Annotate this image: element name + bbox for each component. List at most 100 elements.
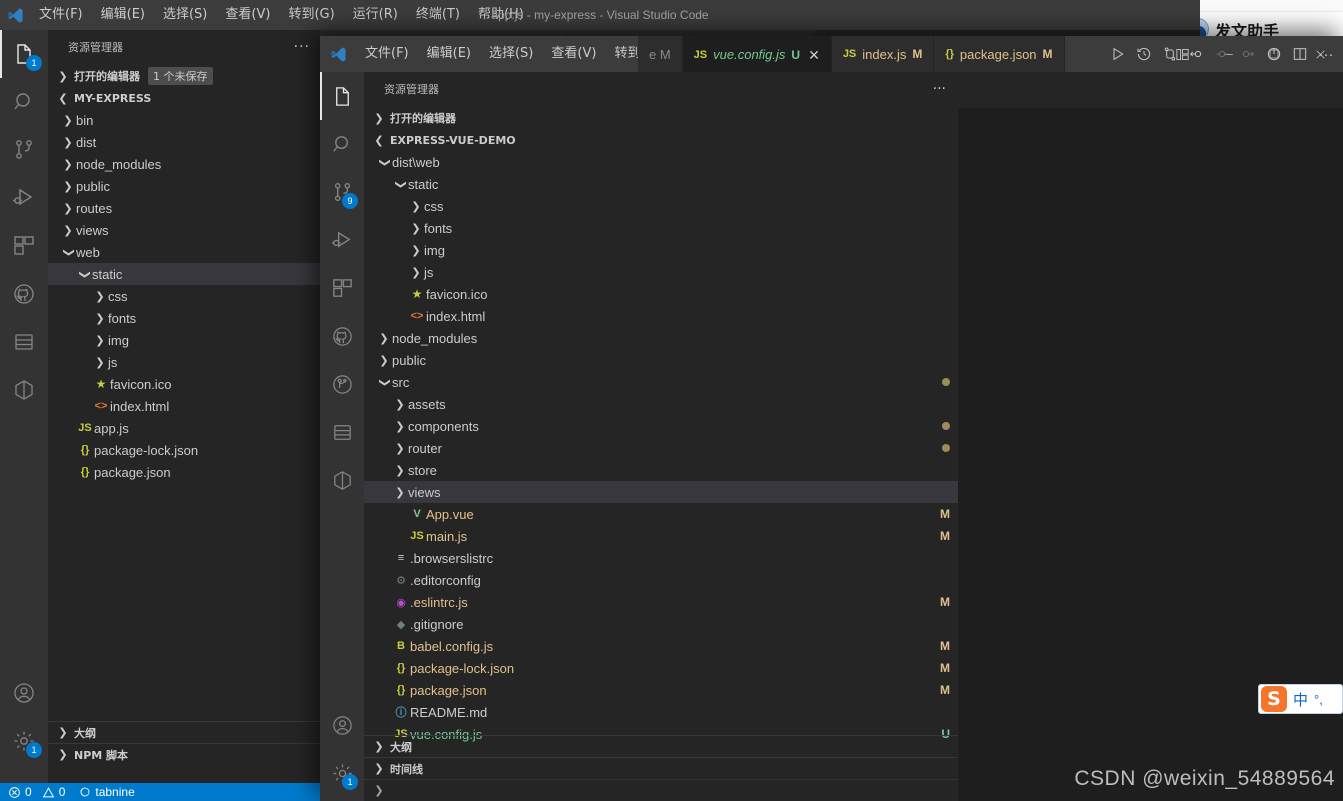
more-actions-icon[interactable]: ··· — [1313, 36, 1339, 72]
tree-item-img[interactable]: ❯ img — [48, 329, 320, 351]
tree-item-index-html[interactable]: <> index.html — [364, 305, 958, 327]
front-project-section[interactable]: ❮ EXPRESS-VUE-DEMO — [364, 129, 958, 151]
compare-changes-icon[interactable] — [1157, 36, 1183, 72]
tree-item-dist-web[interactable]: ❮ dist\web — [364, 151, 958, 173]
front-timeline-section[interactable]: ❯ 时间线 — [364, 757, 958, 779]
back-activity-search[interactable] — [0, 78, 48, 126]
back-status-tabnine[interactable]: tabnine — [79, 785, 135, 799]
front-activity-extensions[interactable] — [320, 264, 364, 312]
back-activity-database[interactable] — [0, 318, 48, 366]
front-activity-git-graph[interactable] — [320, 360, 364, 408]
front-activity-package[interactable] — [320, 456, 364, 504]
tree-item-static[interactable]: ❮ static — [48, 263, 320, 285]
tree-item-router[interactable]: ❯ router — [364, 437, 958, 459]
back-menubar[interactable]: 文件(F) 编辑(E) 选择(S) 查看(V) 转到(G) 运行(R) 终端(T… — [30, 0, 533, 30]
back-activity-extensions[interactable] — [0, 222, 48, 270]
front-outline-section[interactable]: ❯ 大纲 — [364, 735, 958, 757]
sogou-logo-icon[interactable]: S — [1261, 686, 1287, 712]
back-menu-edit[interactable]: 编辑(E) — [92, 0, 154, 30]
back-sidebar[interactable]: 资源管理器 ··· ❯ 打开的编辑器 1 个未保存 ❮ MY-EXPRESS ❯… — [48, 30, 320, 783]
back-menu-go[interactable]: 转到(G) — [279, 0, 343, 30]
timer-icon[interactable] — [1261, 36, 1287, 72]
back-activity-github[interactable] — [0, 270, 48, 318]
tree-item-views[interactable]: ❯ views — [364, 481, 958, 503]
next-change-icon[interactable] — [1235, 36, 1261, 72]
tree-item-public[interactable]: ❯ public — [364, 349, 958, 371]
tree-item--gitignore[interactable]: ◆ .gitignore — [364, 613, 958, 635]
ime-punctuation-toggle[interactable]: °, — [1314, 692, 1323, 707]
front-menu-edit[interactable]: 编辑(E) — [418, 36, 480, 72]
back-activity-run-debug[interactable] — [0, 174, 48, 222]
back-activity-explorer[interactable]: 1 — [0, 30, 48, 78]
tab-vue-config-js[interactable]: JS vue.config.js U ✕ — [682, 36, 832, 72]
front-menu-file[interactable]: 文件(F) — [356, 36, 418, 72]
back-activity-account[interactable] — [0, 669, 48, 717]
tree-item-index-html[interactable]: <> index.html — [48, 395, 320, 417]
tree-item-store[interactable]: ❯ store — [364, 459, 958, 481]
back-activity-package[interactable] — [0, 366, 48, 414]
front-activity-search[interactable] — [320, 120, 364, 168]
sogou-ime-widget[interactable]: S 中 °, — [1258, 684, 1343, 714]
tree-item-readme-md[interactable]: ⓘ README.md — [364, 701, 958, 723]
more-actions-icon[interactable]: ··· — [294, 30, 310, 65]
tab-partial[interactable]: e M — [638, 36, 683, 72]
ime-mode-label[interactable]: 中 — [1293, 689, 1308, 710]
history-icon[interactable] — [1131, 36, 1157, 72]
front-menu-view[interactable]: 查看(V) — [542, 36, 605, 72]
back-status-problems[interactable]: 0 0 — [8, 785, 65, 799]
front-sidebar-bottom[interactable]: ❯ 大纲 ❯ 时间线 ❯ — [364, 735, 958, 801]
tree-item-routes[interactable]: ❯ routes — [48, 197, 320, 219]
back-menu-file[interactable]: 文件(F) — [30, 0, 92, 30]
back-project-section[interactable]: ❮ MY-EXPRESS — [48, 87, 320, 109]
front-sidebar[interactable]: 资源管理器 ··· ❯ 打开的编辑器 ❮ EXPRESS-VUE-DEMO ❮ d… — [364, 72, 958, 801]
front-extra-section[interactable]: ❯ — [364, 779, 958, 801]
tree-item-js[interactable]: ❯ js — [364, 261, 958, 283]
split-editor-icon[interactable] — [1287, 36, 1313, 72]
front-activity-bottom[interactable]: 1 — [320, 701, 364, 797]
front-activity-source-control[interactable]: 9 — [320, 168, 364, 216]
tree-item-favicon-ico[interactable]: ★ favicon.ico — [48, 373, 320, 395]
vscode-window-front[interactable]: 文件(F) 编辑(E) 选择(S) 查看(V) 转到(G) 运行(R) 终端(T… — [320, 36, 1343, 801]
back-activity-source-control[interactable] — [0, 126, 48, 174]
more-actions-icon[interactable]: ··· — [933, 72, 946, 107]
back-npm-scripts-section[interactable]: ❯ NPM 脚本 — [48, 743, 320, 765]
tree-item-babel-config-js[interactable]: Bbabel.config.js M — [364, 635, 958, 657]
back-sidebar-bottom[interactable]: ❯ 大纲 ❯ NPM 脚本 — [48, 721, 320, 765]
front-activity-database[interactable] — [320, 408, 364, 456]
back-menu-run[interactable]: 运行(R) — [344, 0, 407, 30]
front-file-tree[interactable]: ❮ dist\web ❮ static ❯ css ❯ fonts ❯ img ❯ js ★ favico… — [364, 151, 958, 745]
tree-item-fonts[interactable]: ❯ fonts — [364, 217, 958, 239]
close-icon[interactable]: ✕ — [808, 48, 820, 62]
previous-change-icon[interactable] — [1183, 36, 1209, 72]
tree-item-fonts[interactable]: ❯ fonts — [48, 307, 320, 329]
tree-item--browserslistrc[interactable]: ≡ .browserslistrc — [364, 547, 958, 569]
tree-item-dist[interactable]: ❯ dist — [48, 131, 320, 153]
tree-item-src[interactable]: ❮ src — [364, 371, 958, 393]
tree-item-bin[interactable]: ❯ bin — [48, 109, 320, 131]
tree-item-assets[interactable]: ❯ assets — [364, 393, 958, 415]
tree-item-app-vue[interactable]: V App.vue M — [364, 503, 958, 525]
tree-item-img[interactable]: ❯ img — [364, 239, 958, 261]
tree-item-static[interactable]: ❮ static — [364, 173, 958, 195]
tree-item-node-modules[interactable]: ❯ node_modules — [364, 327, 958, 349]
tree-item--eslintrc-js[interactable]: ◉ .eslintrc.js M — [364, 591, 958, 613]
back-open-editors-section[interactable]: ❯ 打开的编辑器 1 个未保存 — [48, 65, 320, 87]
tree-item-main-js[interactable]: JS main.js M — [364, 525, 958, 547]
back-file-tree[interactable]: ❯ bin ❯ dist ❯ node_modules ❯ public ❯ routes ❯ vie… — [48, 109, 320, 483]
back-activity-settings[interactable]: 1 — [0, 717, 48, 765]
editor-actions-toolbar[interactable]: ··· — [1105, 36, 1339, 72]
tree-item-package-json[interactable]: {} package.json — [48, 461, 320, 483]
front-menu-selection[interactable]: 选择(S) — [480, 36, 542, 72]
tree-item-app-js[interactable]: JS app.js — [48, 417, 320, 439]
run-icon[interactable] — [1105, 36, 1131, 72]
tree-item-css[interactable]: ❯ css — [48, 285, 320, 307]
back-activity-bar[interactable]: 1 1 — [0, 30, 48, 783]
tree-item-views[interactable]: ❯ views — [48, 219, 320, 241]
front-activity-settings[interactable]: 1 — [320, 749, 364, 797]
tree-item-public[interactable]: ❯ public — [48, 175, 320, 197]
front-activity-run-debug[interactable] — [320, 216, 364, 264]
tree-item-node-modules[interactable]: ❯ node_modules — [48, 153, 320, 175]
front-tabstrip[interactable]: e M JS vue.config.js U ✕ JS index.js M {… — [638, 36, 1065, 72]
front-activity-github[interactable] — [320, 312, 364, 360]
tree-item-package-json[interactable]: {} package.json M — [364, 679, 958, 701]
